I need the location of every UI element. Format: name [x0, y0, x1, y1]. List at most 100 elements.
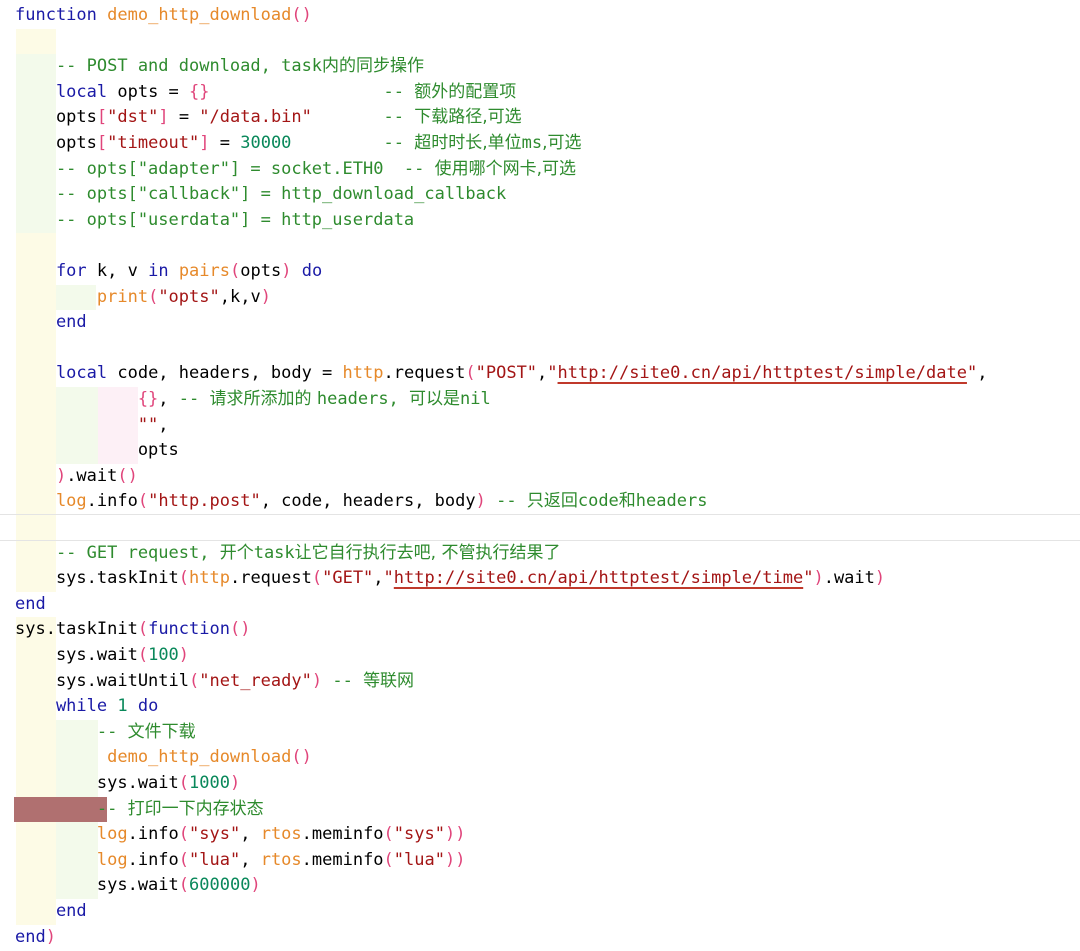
code-line[interactable]: opts["timeout"] = 30000 -- 超时时长,单位ms,可选	[0, 131, 1080, 157]
code-token-fn: http	[342, 363, 384, 384]
code-line[interactable]: sys.wait(600000)	[0, 873, 1080, 899]
code-text: "",	[15, 413, 169, 439]
code-line[interactable]: for k, v in pairs(opts) do	[0, 259, 1080, 285]
code-token-pun: {}	[15, 389, 159, 409]
code-token-str: "POST"	[475, 363, 538, 384]
indent-guide	[16, 335, 56, 362]
code-token-id: sys.taskInit	[15, 568, 179, 589]
code-token-pun: {}	[189, 81, 210, 102]
code-line[interactable]: log.info("sys", rtos.meminfo("sys"))	[0, 822, 1080, 848]
code-token-num: 100	[148, 645, 179, 665]
code-line[interactable]: sys.waitUntil("net_ready") -- 等联网	[0, 668, 1080, 695]
code-line[interactable]: end	[0, 899, 1080, 925]
code-token-id	[486, 491, 496, 511]
code-token-kw: function	[15, 5, 97, 25]
code-text: -- opts["userdata"] = http_userdata	[15, 208, 414, 234]
code-line[interactable]	[0, 28, 1080, 55]
code-token-id: opts =	[107, 81, 190, 102]
code-token-id: ,	[977, 363, 988, 384]
code-line[interactable]	[0, 515, 1080, 541]
code-line[interactable]: sys.taskInit(http.request("GET","http://…	[0, 566, 1080, 592]
code-token-num: 1000	[189, 773, 230, 793]
code-token-pun: (	[137, 645, 149, 665]
code-line[interactable]: log.info("http.post", code, headers, bod…	[0, 489, 1080, 515]
code-token-pun: )	[813, 568, 824, 589]
code-token-cjk: 文件下载	[127, 721, 196, 742]
code-line[interactable]: sys.wait(1000)	[0, 771, 1080, 797]
code-text: for k, v in pairs(opts) do	[15, 259, 322, 285]
code-token-cm: headers,	[316, 389, 410, 409]
code-token-pun: [	[96, 133, 108, 153]
code-token-cjk: 请求所添加的	[209, 389, 317, 409]
code-token-pun: (	[178, 875, 190, 896]
code-token-cm: -- POST and download, task	[15, 56, 323, 77]
code-token-pun: )	[229, 773, 241, 793]
code-line[interactable]: end	[0, 310, 1080, 336]
code-token-str: "	[803, 568, 814, 589]
code-line[interactable]: opts["dst"] = "/data.bin" -- 下载路径,可选	[0, 105, 1080, 131]
code-editor[interactable]: function demo_http_download() -- POST an…	[0, 0, 1080, 951]
code-line[interactable]: -- opts["adapter"] = socket.ETH0 -- 使用哪个…	[0, 156, 1080, 183]
code-text: -- POST and download, task内的同步操作	[15, 54, 424, 80]
code-token-kw: local	[15, 363, 108, 384]
code-token-str: "opts"	[158, 286, 220, 307]
code-token-pun: )	[874, 568, 886, 589]
code-token-str: "	[383, 568, 394, 589]
code-token-pun: ))	[444, 849, 466, 870]
code-token-str: "GET"	[322, 568, 374, 589]
code-token-fn: log	[15, 824, 128, 845]
code-token-cm: -- opts["adapter"] = socket.ETH0 --	[15, 158, 435, 179]
code-line[interactable]: sys.wait(100)	[0, 643, 1080, 669]
code-text: log.info("sys", rtos.meminfo("sys"))	[15, 822, 466, 848]
code-token-num: 30000	[240, 133, 292, 153]
code-token-kw: end	[15, 593, 46, 614]
code-line[interactable]	[0, 233, 1080, 259]
code-token-kw: local	[15, 81, 108, 102]
code-line[interactable]	[0, 335, 1080, 362]
code-line[interactable]: end	[0, 592, 1080, 618]
code-line[interactable]: -- POST and download, task内的同步操作	[0, 54, 1080, 80]
code-line[interactable]: local opts = {} -- 额外的配置项	[0, 79, 1080, 106]
code-line[interactable]: demo_http_download()	[0, 745, 1080, 771]
code-line[interactable]: end)	[0, 925, 1080, 951]
code-line[interactable]: -- GET request, 开个task让它自行执行去吧, 不管执行结果了	[0, 540, 1080, 567]
code-token-pun: )	[15, 465, 67, 486]
code-token-id	[291, 261, 301, 281]
code-line[interactable]: -- opts["callback"] = http_download_call…	[0, 182, 1080, 208]
code-line[interactable]: sys.taskInit(function()	[0, 617, 1080, 643]
code-line[interactable]: -- 打印一下内存状态	[0, 796, 1080, 823]
code-token-cm: -- GET request,	[15, 542, 220, 563]
code-token-id: .request	[229, 568, 312, 589]
code-token-id: .wait	[66, 465, 118, 486]
code-token-pun: (	[383, 849, 394, 870]
code-line[interactable]: local code, headers, body = http.request…	[0, 361, 1080, 387]
code-text: end)	[15, 925, 56, 951]
code-line[interactable]: ).wait()	[0, 463, 1080, 490]
code-line[interactable]: function demo_http_download()	[0, 3, 1080, 29]
code-line[interactable]: while 1 do	[0, 694, 1080, 720]
code-token-pun: )	[260, 286, 271, 307]
code-token-pun: (	[383, 824, 394, 845]
code-token-url[interactable]: http://site0.cn/api/httptest/simple/date	[558, 363, 967, 383]
code-line[interactable]: opts	[0, 438, 1080, 464]
code-token-pun: (	[230, 261, 241, 281]
code-text: demo_http_download()	[15, 745, 312, 771]
code-token-fn: demo_http_download	[15, 747, 292, 768]
code-token-cm: nil	[460, 389, 491, 409]
code-token-str: "	[547, 363, 558, 384]
code-token-id: ,	[537, 363, 548, 384]
code-line[interactable]: -- opts["userdata"] = http_userdata	[0, 207, 1080, 234]
code-token-fn: http	[189, 568, 230, 589]
code-line[interactable]: -- 文件下载	[0, 719, 1080, 746]
code-token-id: ,	[373, 568, 384, 589]
code-line[interactable]: "",	[0, 412, 1080, 439]
code-text: opts	[15, 438, 179, 464]
code-token-pun: [	[96, 107, 108, 128]
code-token-id: .info	[127, 824, 179, 845]
code-token-pun: )	[281, 261, 292, 281]
code-line[interactable]: print("opts",k,v)	[0, 284, 1080, 311]
code-token-id: code, headers, body =	[107, 363, 343, 384]
code-line[interactable]: log.info("lua", rtos.meminfo("lua"))	[0, 847, 1080, 874]
code-line[interactable]: {}, -- 请求所添加的 headers, 可以是nil	[0, 387, 1080, 413]
code-token-url[interactable]: http://site0.cn/api/httptest/simple/time	[394, 568, 803, 588]
